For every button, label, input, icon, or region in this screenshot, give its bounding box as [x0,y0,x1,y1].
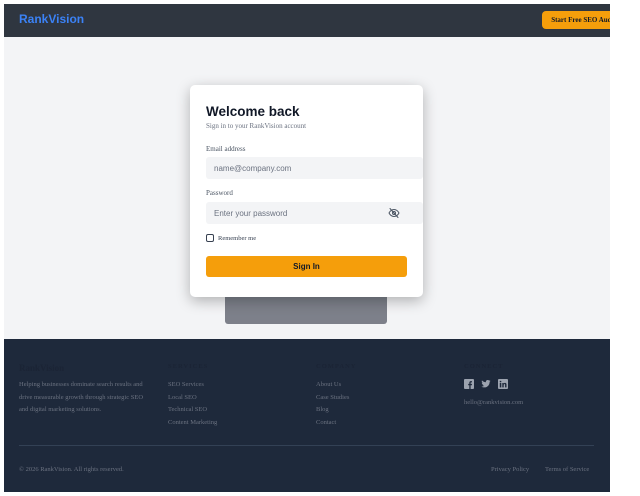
email-field[interactable] [206,157,423,179]
services-heading: SERVICES [168,363,209,370]
footer-divider [19,445,594,446]
footer-copyright: © 2026 RankVision. All rights reserved. [19,466,124,473]
footer-link-blog[interactable]: Blog [316,404,349,417]
password-field-wrapper [206,202,423,224]
site-header: RankVision Start Free SEO Audit [4,4,610,37]
footer-description: Helping businesses dominate search resul… [19,381,144,413]
company-list: About Us Case Studies Blog Contact [316,379,349,429]
remember-label: Remember me [218,234,257,242]
privacy-policy-link[interactable]: Privacy Policy [491,466,529,473]
footer-link-content-marketing[interactable]: Content Marketing [168,417,217,430]
password-label: Password [206,189,233,197]
footer-link-local-seo[interactable]: Local SEO [168,392,217,405]
social-links [464,379,515,389]
remember-checkbox[interactable] [206,234,214,242]
connect-heading: CONNECT [464,363,504,370]
login-subtitle: Sign in to your RankVision account [206,122,307,130]
email-label: Email address [206,145,246,153]
brand-logo[interactable]: RankVision [19,12,84,26]
footer-link-seo-services[interactable]: SEO Services [168,379,217,392]
footer-link-contact[interactable]: Contact [316,417,349,430]
footer-link-case-studies[interactable]: Case Studies [316,392,349,405]
sign-in-button[interactable]: Sign In [206,256,407,277]
footer-brand: RankVision [19,363,65,373]
page-frame: RankVision Start Free SEO Audit Welcome … [4,4,610,492]
login-card: Welcome back Sign in to your RankVision … [190,85,423,297]
start-audit-button[interactable]: Start Free SEO Audit [542,11,610,29]
company-heading: COMPANY [316,363,357,370]
footer-email[interactable]: hello@rankvision.com [464,399,523,406]
linkedin-icon[interactable] [498,379,508,389]
footer-link-about[interactable]: About Us [316,379,349,392]
remember-me[interactable]: Remember me [206,234,256,242]
facebook-icon[interactable] [464,379,474,389]
twitter-icon[interactable] [481,379,491,389]
main-area: Welcome back Sign in to your RankVision … [4,37,610,339]
footer-link-technical-seo[interactable]: Technical SEO [168,404,217,417]
email-field-wrapper [206,157,423,179]
eye-off-icon[interactable] [388,207,400,219]
terms-link[interactable]: Terms of Service [545,466,589,473]
site-footer: RankVision Helping businesses dominate s… [4,339,610,492]
login-title: Welcome back [206,104,300,119]
services-list: SEO Services Local SEO Technical SEO Con… [168,379,217,429]
